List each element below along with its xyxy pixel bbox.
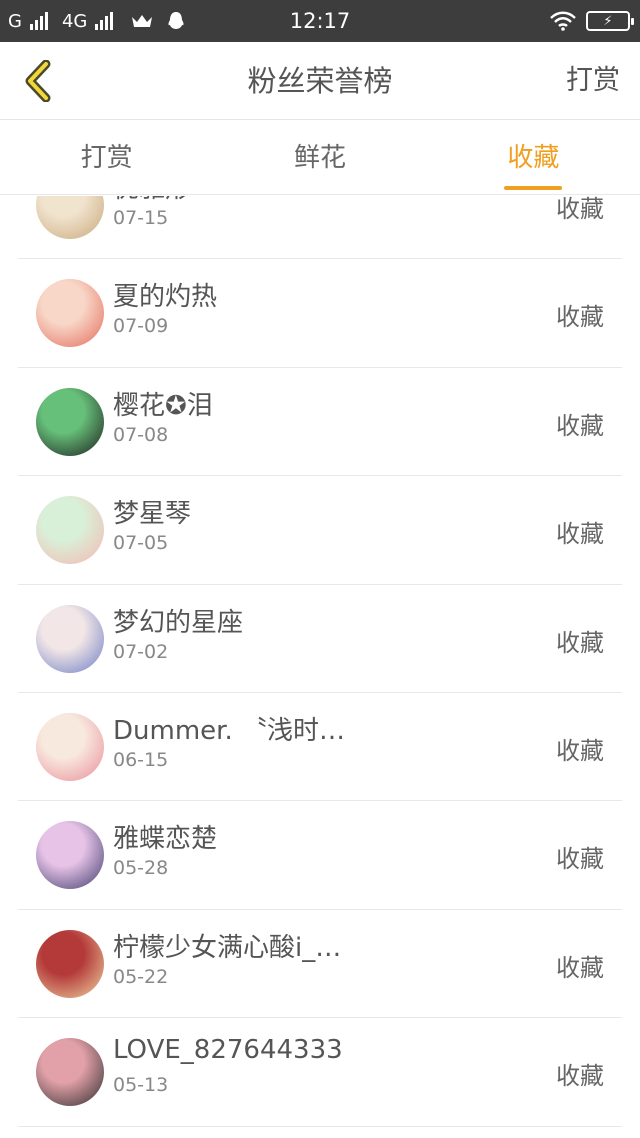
list-item[interactable]: 樱花✪泪 07-08 收藏 [18, 368, 622, 477]
fan-date: 05-13 [113, 1074, 169, 1097]
fan-date: 05-22 [113, 965, 169, 988]
fan-date: 06-15 [113, 748, 169, 771]
fan-name: 樱花✪泪 [113, 390, 213, 421]
tab-reward[interactable]: 打赏 [0, 121, 213, 194]
avatar[interactable] [36, 604, 104, 673]
fan-name: 梦星琴 [113, 499, 192, 530]
app-header: 粉丝荣誉榜 打赏 [0, 42, 640, 120]
tab-favorites[interactable]: 收藏 [427, 121, 640, 194]
fan-date: 07-05 [113, 532, 169, 555]
fan-name: Dummer. 〝浅时… [113, 715, 345, 746]
tab-label: 鲜花 [293, 143, 346, 173]
list-item[interactable]: 雅蝶恋楚 05-28 收藏 [18, 801, 622, 910]
fan-name: 梦幻的星座 [113, 607, 244, 638]
reward-button[interactable]: 打赏 [566, 42, 620, 120]
fan-list-scroll: 优雅形07-15收藏夏的灼热07-09收藏樱花✪泪07-08收藏梦星琴07-05… [0, 196, 640, 1127]
tab-bar: 打赏 鲜花 收藏 [0, 121, 640, 195]
avatar[interactable] [36, 929, 104, 998]
tab-underline [504, 186, 563, 190]
fan-date: 07-15 [113, 207, 169, 229]
wifi-icon [550, 11, 576, 31]
list-item[interactable]: LOVE_827644333 05-13 收藏 [18, 1018, 622, 1127]
avatar[interactable] [36, 196, 104, 239]
fan-action-label: 收藏 [556, 303, 604, 332]
fan-action-label: 收藏 [556, 736, 604, 765]
fan-name: LOVE_827644333 [113, 1035, 343, 1066]
fan-list[interactable]: 优雅形07-15收藏夏的灼热07-09收藏樱花✪泪07-08收藏梦星琴07-05… [0, 196, 640, 1138]
avatar[interactable] [36, 712, 104, 781]
fan-action-label: 收藏 [556, 953, 604, 982]
tab-label: 打赏 [80, 143, 133, 173]
list-item[interactable]: 梦星琴 07-05 收藏 [18, 476, 622, 585]
avatar[interactable] [36, 1038, 104, 1107]
fan-date: 07-08 [113, 423, 169, 446]
fan-date: 07-02 [113, 640, 169, 663]
fan-name: 夏的灼热 [113, 282, 218, 313]
fan-action-label: 收藏 [556, 196, 604, 223]
battery-charging-icon: ⚡ [586, 11, 634, 31]
fan-action-label: 收藏 [556, 628, 604, 657]
chevron-left-icon [25, 60, 51, 102]
back-button[interactable] [14, 56, 60, 106]
list-item[interactable]: 优雅形 07-15 收藏 [18, 196, 622, 260]
fan-date: 05-28 [113, 857, 169, 880]
avatar[interactable] [36, 387, 104, 456]
fan-action-label: 收藏 [556, 411, 604, 440]
fan-name: 柠檬少女满心酸i_… [113, 932, 342, 963]
fan-date: 07-09 [113, 315, 169, 338]
list-item[interactable]: 夏的灼热 07-09 收藏 [18, 259, 622, 368]
avatar[interactable] [36, 821, 104, 890]
list-item[interactable]: 柠檬少女满心酸i_… 05-22 收藏 [18, 910, 622, 1019]
fan-action-label: 收藏 [556, 845, 604, 874]
status-bar: G 4G 12:17 ⚡ [0, 0, 640, 42]
tab-flowers[interactable]: 鲜花 [213, 121, 426, 194]
fan-action-label: 收藏 [556, 520, 604, 549]
avatar[interactable] [36, 279, 104, 348]
tab-label: 收藏 [507, 143, 560, 173]
page-title: 粉丝荣誉榜 [247, 64, 393, 98]
avatar[interactable] [36, 496, 104, 565]
list-item[interactable]: Dummer. 〝浅时… 06-15 收藏 [18, 693, 622, 802]
status-time: 12:17 [289, 9, 351, 33]
list-item[interactable]: 梦幻的星座 07-02 收藏 [18, 585, 622, 693]
fan-action-label: 收藏 [556, 1062, 604, 1091]
fan-name: 优雅形 [113, 196, 191, 205]
status-right: ⚡ [550, 0, 634, 42]
fan-name: 雅蝶恋楚 [113, 824, 218, 855]
